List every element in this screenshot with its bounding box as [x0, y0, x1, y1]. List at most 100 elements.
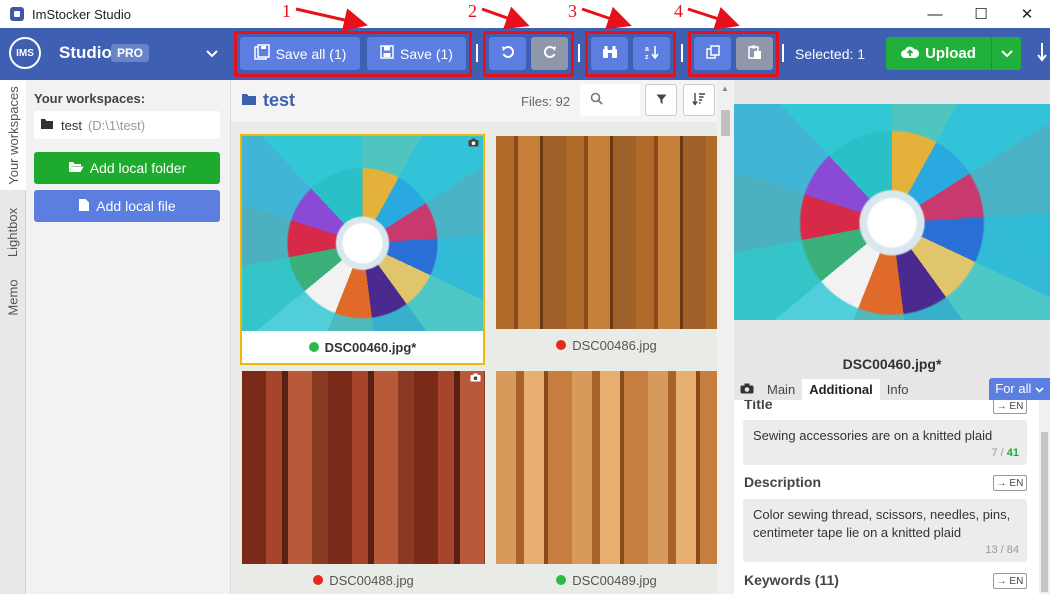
filter-button[interactable] — [645, 84, 677, 116]
preview-filename: DSC00460.jpg* — [842, 356, 942, 372]
upload-button[interactable]: Upload — [886, 37, 991, 70]
highlight-group-1 — [234, 31, 472, 77]
add-local-file-button[interactable]: Add local file — [34, 190, 220, 222]
filter-icon — [656, 93, 667, 108]
tab-camera[interactable] — [734, 379, 760, 400]
image-thumbnail — [496, 371, 717, 564]
folder-icon — [241, 90, 257, 111]
download-arrow-icon[interactable] — [1037, 42, 1047, 67]
workspaces-panel: Your workspaces: test (D:\1\test) Add lo… — [26, 80, 231, 594]
gallery-panel: test Files: 92 DSC00460.jpg* DSC00486.jp… — [231, 80, 734, 594]
image-card[interactable]: DSC00486.jpg — [496, 136, 717, 361]
folder-open-icon — [40, 118, 55, 133]
chevron-down-icon — [1035, 381, 1044, 396]
selected-count: Selected: 1 — [795, 46, 866, 62]
tab-additional[interactable]: Additional — [802, 379, 880, 400]
details-panel: DSC00460.jpg* Main Additional Info For a… — [734, 80, 1050, 594]
workspaces-title: Your workspaces: — [34, 91, 146, 106]
annotation-number-3: 3 — [568, 1, 577, 21]
details-scrollbar[interactable] — [1039, 400, 1050, 594]
studio-label[interactable]: Studio — [59, 43, 112, 63]
add-local-folder-button[interactable]: Add local folder — [34, 152, 220, 184]
highlight-group-3 — [585, 31, 676, 77]
camera-icon — [470, 373, 481, 385]
image-filename: DSC00489.jpg — [572, 572, 657, 588]
annotation-number-4: 4 — [674, 1, 683, 21]
keywords-translate-button[interactable]: → EN — [993, 573, 1027, 589]
chevron-down-icon — [1000, 46, 1013, 61]
description-counter: 13 / 84 — [985, 544, 1019, 556]
annotation-number-2: 2 — [468, 1, 477, 21]
title-field[interactable]: Sewing accessories are on a knitted plai… — [743, 420, 1027, 465]
status-dot — [556, 575, 567, 585]
vertical-tab-strip: Your workspaces Lightbox Memo — [0, 80, 26, 594]
metadata-form: Title → EN Sewing accessories are on a k… — [734, 400, 1050, 594]
scrollbar-thumb[interactable] — [721, 110, 730, 136]
tab-memo[interactable]: Memo — [0, 272, 26, 322]
folder-title: test — [241, 90, 295, 111]
description-field[interactable]: Color sewing thread, scissors, needles, … — [743, 499, 1027, 562]
workspace-item-test[interactable]: test (D:\1\test) — [34, 111, 220, 139]
search-input[interactable] — [580, 84, 640, 116]
maximize-button[interactable]: ☐ — [958, 0, 1004, 28]
folder-open-icon — [68, 160, 84, 176]
cloud-upload-icon — [901, 45, 920, 63]
title-bar: ImStocker Studio — ☐ ✕ — [0, 0, 1050, 28]
gallery-scrollbar[interactable]: ▲ — [717, 80, 734, 594]
image-card-selected[interactable]: DSC00460.jpg* — [240, 134, 485, 365]
tab-info[interactable]: Info — [880, 379, 916, 400]
preview-image — [734, 104, 1050, 320]
window-title: ImStocker Studio — [32, 6, 131, 22]
image-card[interactable]: DSC00489.jpg — [496, 371, 717, 596]
description-label: Description — [744, 474, 822, 490]
upload-label: Upload — [925, 45, 976, 62]
toolbar-divider — [578, 44, 580, 62]
tab-lightbox[interactable]: Lightbox — [0, 192, 26, 272]
tab-main[interactable]: Main — [760, 379, 802, 400]
image-thumbnail — [496, 136, 717, 329]
image-thumbnail — [242, 371, 485, 564]
ims-logo: IMS — [9, 37, 41, 69]
image-thumbnail — [242, 136, 483, 331]
sort-button[interactable] — [683, 84, 715, 116]
image-preview — [734, 104, 1050, 320]
toolbar-divider — [782, 44, 784, 62]
image-caption: DSC00486.jpg — [496, 329, 717, 361]
status-dot — [556, 340, 567, 350]
for-all-dropdown[interactable]: For all — [989, 378, 1050, 400]
tab-your-workspaces[interactable]: Your workspaces — [0, 80, 26, 190]
image-caption: DSC00489.jpg — [496, 564, 717, 596]
gallery-header: test Files: 92 — [231, 80, 734, 122]
camera-icon — [468, 138, 479, 150]
keywords-label: Keywords (11) — [744, 572, 839, 588]
image-filename: DSC00486.jpg — [572, 337, 657, 353]
image-card[interactable]: DSC00488.jpg — [242, 371, 485, 596]
title-counter: 7 / 41 — [991, 447, 1019, 459]
title-value: Sewing accessories are on a knitted plai… — [753, 428, 993, 443]
title-translate-button[interactable]: → EN — [993, 400, 1027, 414]
app-icon — [10, 7, 24, 21]
description-value: Color sewing thread, scissors, needles, … — [753, 507, 1011, 540]
chevron-down-icon[interactable] — [206, 46, 218, 61]
annotation-number-1: 1 — [282, 1, 291, 21]
close-button[interactable]: ✕ — [1004, 0, 1050, 28]
workspace-path: (D:\1\test) — [87, 117, 146, 133]
image-caption: DSC00460.jpg* — [242, 331, 483, 363]
minimize-button[interactable]: — — [912, 0, 958, 28]
workspace-name: test — [61, 117, 82, 133]
sort-icon — [692, 92, 706, 109]
add-local-file-label: Add local file — [96, 198, 176, 214]
camera-icon — [740, 382, 754, 397]
image-filename: DSC00460.jpg* — [324, 339, 417, 355]
status-dot — [313, 575, 324, 585]
upload-dropdown-button[interactable] — [991, 37, 1021, 70]
status-dot — [308, 342, 319, 352]
scroll-up-icon[interactable]: ▲ — [721, 84, 729, 93]
toolbar-divider — [476, 44, 478, 62]
highlight-group-4 — [688, 31, 779, 77]
files-count: Files: 92 — [521, 94, 571, 109]
for-all-label: For all — [995, 381, 1032, 396]
toolbar-divider — [681, 44, 683, 62]
description-translate-button[interactable]: → EN — [993, 475, 1027, 491]
scrollbar-thumb[interactable] — [1041, 432, 1048, 592]
